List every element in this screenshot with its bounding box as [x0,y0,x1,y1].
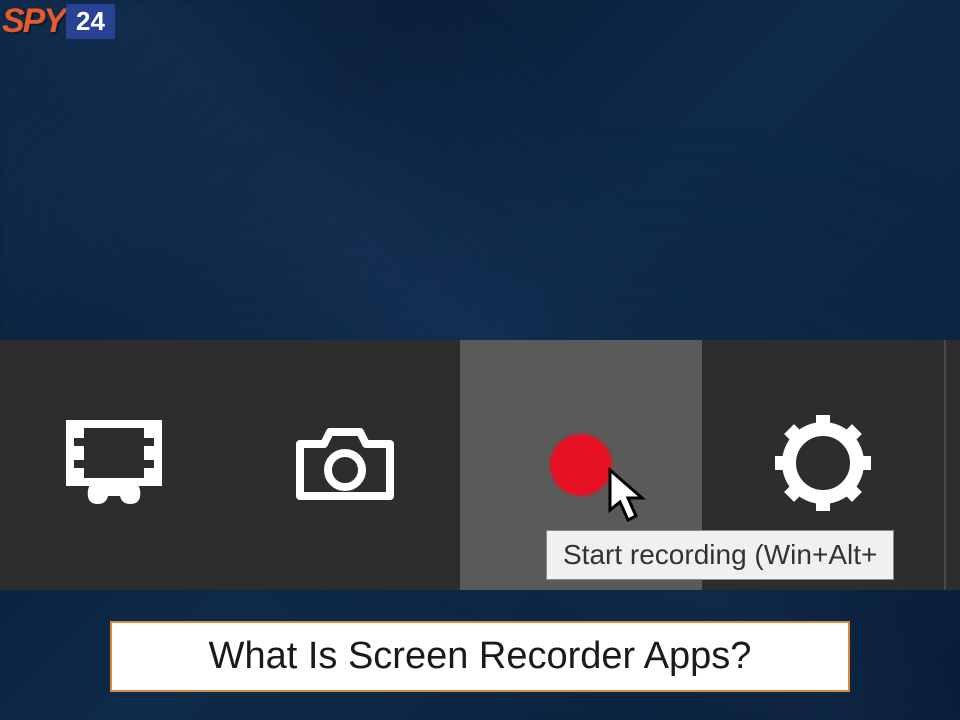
tooltip: Start recording (Win+Alt+ [546,530,894,580]
logo-text: SPY [2,2,64,41]
record-icon [550,434,612,496]
gear-icon [773,413,873,518]
camera-icon [290,418,400,513]
screenshot-button[interactable] [230,340,460,590]
tooltip-text: Start recording (Win+Alt+ [563,539,877,570]
logo-number: 24 [66,4,115,39]
filmstrip-gamepad-icon [60,418,170,513]
caption-text: What Is Screen Recorder Apps? [209,635,752,677]
brand-logo: SPY 24 [2,2,115,41]
toolbar-divider [944,340,960,590]
caption-overlay: What Is Screen Recorder Apps? [110,621,850,692]
record-clip-button[interactable] [0,340,230,590]
